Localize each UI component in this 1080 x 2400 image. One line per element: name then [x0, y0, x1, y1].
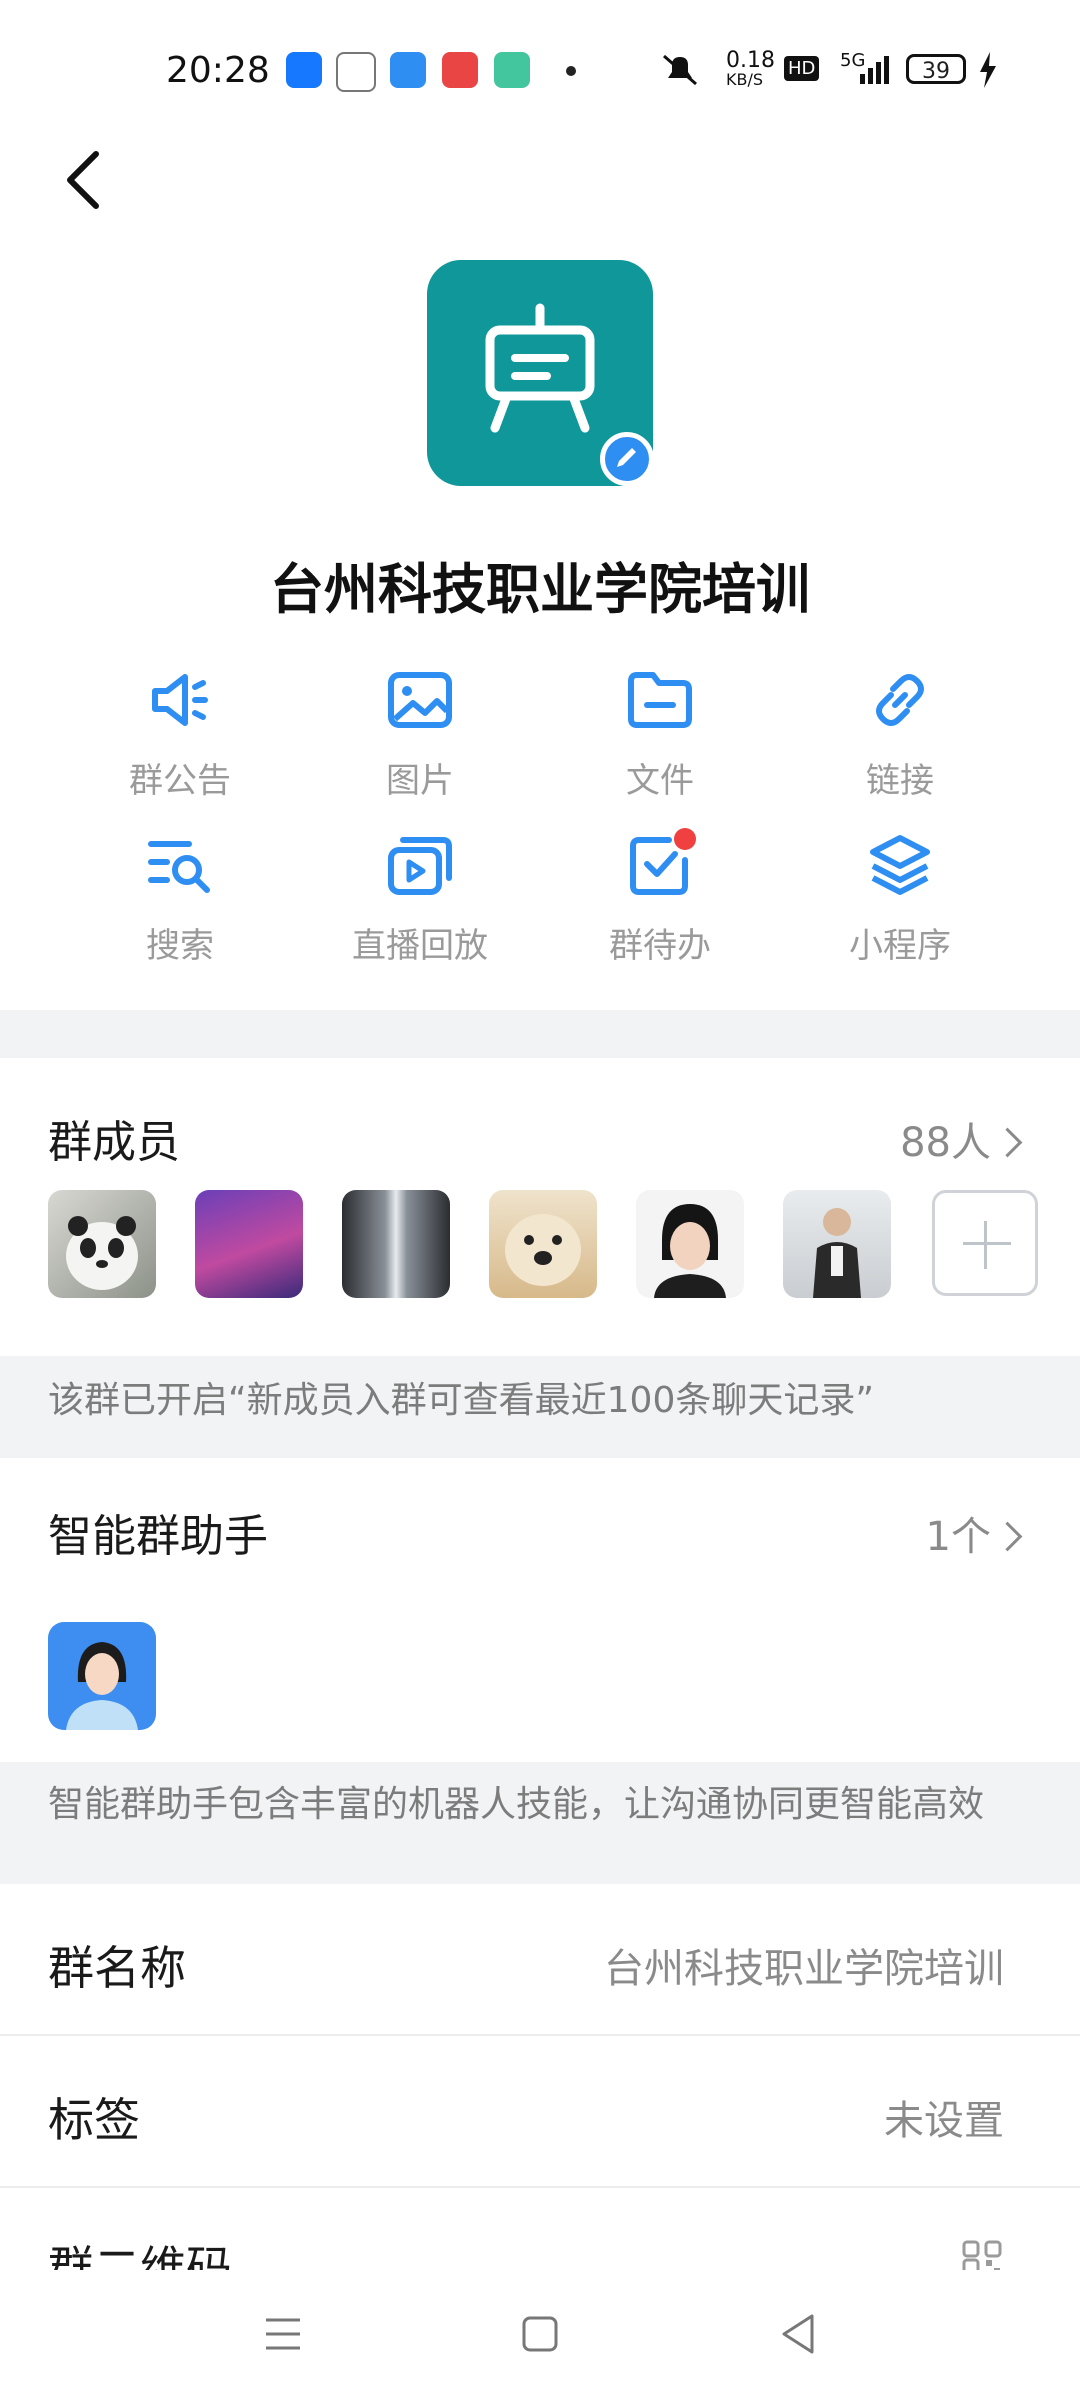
group-name-value[interactable]: 台州科技职业学院培训	[604, 1936, 1004, 1994]
feature-mini-program[interactable]: 小程序	[800, 830, 1000, 967]
more-notifications-icon	[566, 66, 576, 76]
chevron-right-icon	[992, 1521, 1023, 1551]
feature-announcement[interactable]: 群公告	[80, 665, 280, 802]
member-avatar[interactable]	[636, 1190, 744, 1298]
feature-live-replay[interactable]: 直播回放	[320, 830, 520, 967]
mini-program-icon	[870, 835, 930, 895]
assistant-avatar-icon	[66, 1642, 138, 1730]
feature-label: 图片	[386, 761, 454, 801]
feature-label: 文件	[626, 761, 694, 801]
status-time: 20:28	[166, 50, 270, 91]
back-nav-icon[interactable]	[778, 2312, 818, 2356]
assistant-section-title: 智能群助手	[48, 1511, 268, 1562]
chevron-right-icon	[992, 1127, 1023, 1157]
assistant-count: 1个	[925, 1514, 991, 1560]
tag-value[interactable]: 未设置	[884, 2088, 1004, 2146]
feature-label: 直播回放	[352, 926, 488, 966]
feature-files[interactable]: 文件	[560, 665, 760, 802]
hd-badge: HD	[784, 56, 820, 81]
search-icon	[148, 841, 210, 893]
members-count-link[interactable]: 88人	[900, 1110, 1023, 1168]
announcement-icon	[152, 674, 208, 726]
assistant-avatar[interactable]	[48, 1622, 156, 1730]
member-avatar[interactable]	[489, 1190, 597, 1298]
feature-label: 链接	[866, 761, 934, 801]
security-app-icon	[390, 52, 426, 88]
member-avatar[interactable]	[783, 1190, 891, 1298]
woman-avatar	[654, 1204, 726, 1298]
feature-label: 群公告	[129, 761, 231, 801]
menu-icon[interactable]	[262, 2314, 304, 2354]
member-avatar[interactable]	[342, 1190, 450, 1298]
link-icon	[876, 674, 924, 726]
add-member-button[interactable]	[932, 1190, 1038, 1296]
notes-app-icon	[494, 52, 530, 88]
feature-search[interactable]: 搜索	[80, 830, 280, 967]
todo-unread-dot	[674, 828, 696, 850]
feature-label: 搜索	[146, 926, 214, 966]
group-name-title: 台州科技职业学院培训	[270, 558, 810, 621]
system-navigation-bar	[0, 2270, 1080, 2400]
image-icon	[388, 672, 452, 728]
section-divider	[0, 1010, 1080, 1058]
charging-icon	[980, 52, 996, 88]
man-avatar	[813, 1208, 861, 1298]
tag-label: 标签	[48, 2093, 140, 2147]
study-app-icon	[336, 52, 376, 92]
folder-icon	[628, 672, 692, 728]
feature-group-todo[interactable]: 群待办	[560, 830, 760, 967]
member-avatar[interactable]	[48, 1190, 156, 1298]
row-divider	[0, 2186, 1080, 2188]
row-divider	[0, 2034, 1080, 2036]
feature-label: 小程序	[849, 926, 951, 966]
feature-label: 群待办	[609, 926, 711, 966]
status-bar: 20:28 0.18 KB/S HD 5G 39	[0, 0, 1080, 130]
member-avatar[interactable]	[195, 1190, 303, 1298]
assistant-note: 智能群助手包含丰富的机器人技能，让沟通协同更智能高效	[48, 1784, 985, 1825]
members-history-note: 该群已开启“新成员入群可查看最近100条聊天记录”	[48, 1380, 875, 1421]
pencil-icon	[617, 448, 636, 467]
feature-images[interactable]: 图片	[320, 665, 520, 802]
signal-icon	[860, 56, 889, 84]
edit-avatar-button[interactable]	[600, 432, 654, 486]
puppy-avatar	[505, 1214, 581, 1286]
panda-avatar	[66, 1216, 138, 1290]
battery-level: 39	[906, 54, 966, 84]
back-arrow-icon[interactable]	[56, 140, 116, 220]
home-icon[interactable]	[520, 2314, 560, 2354]
mute-icon	[663, 54, 697, 86]
video-app-icon	[442, 52, 478, 88]
group-name-label: 群名称	[48, 1941, 186, 1995]
members-count: 88人	[900, 1120, 991, 1166]
net-speed-unit: KB/S	[726, 70, 764, 89]
assistant-count-link[interactable]: 1个	[925, 1504, 1023, 1562]
alipay-icon	[286, 52, 322, 88]
live-replay-icon	[388, 837, 452, 895]
members-section-title: 群成员	[48, 1117, 180, 1168]
feature-links[interactable]: 链接	[800, 665, 1000, 802]
